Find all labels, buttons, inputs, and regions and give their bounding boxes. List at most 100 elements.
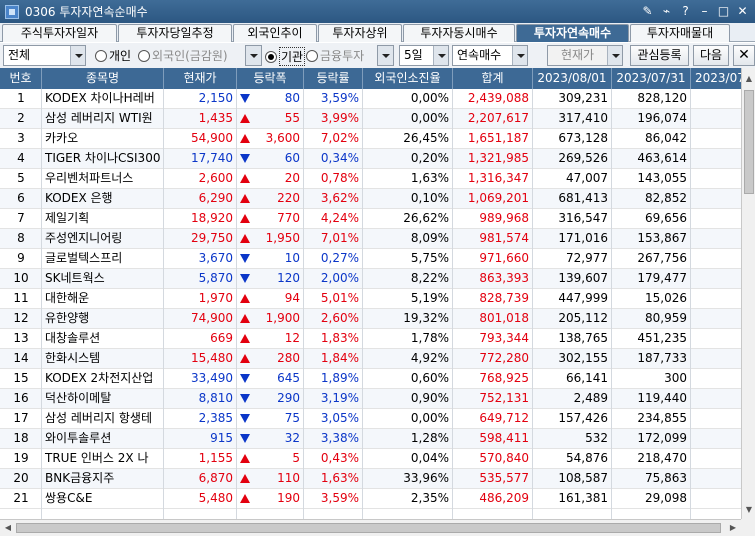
table-row[interactable]: 11 대한해운 1,970 94 5,01% 5,19% 828,739 447,999 15,… [0,289,741,309]
tab-investor-daily[interactable]: 주식투자자일자 [2,24,117,42]
cell-no-text: 3 [17,131,25,145]
cell-sum: 768,925 [453,369,533,389]
col-header-foreign[interactable]: 외국인소진율 [363,68,453,89]
table-row[interactable]: 10 SK네트웍스 5,870 120 2,00% 8,22% 863,393 139,607… [0,269,741,289]
table-row[interactable]: 21 쌍용C&E 5,480 190 3,59% 2,35% 486,209 161,381 2… [0,489,741,509]
radio-foreign[interactable]: 외국인(금감원) [138,47,228,64]
cell-date1: 47,007 [533,169,612,189]
table-row[interactable]: 9 글로벌텍스프리 3,670 10 0,27% 5,75% 971,660 72,977 26… [0,249,741,269]
col-header-rate[interactable]: 등락률 [304,68,363,89]
cell-name-text: 유한양행 [45,311,90,325]
horizontal-scroll-thumb[interactable] [16,523,721,533]
col-header-price[interactable]: 현재가 [164,68,237,89]
table-row[interactable]: 7 제일기획 18,920 770 4,24% 26,62% 989,968 316,547 6… [0,209,741,229]
col-header-date1[interactable]: 2023/08/01 [533,68,612,89]
foreign-options-dropdown[interactable] [245,45,262,66]
cell-date3: 50 [691,89,742,109]
tab-investor-volume-profile[interactable]: 투자자매물대 [630,24,730,42]
cell-name-text: 와이투솔루션 [45,431,112,445]
horizontal-scrollbar[interactable]: ◀ ▶ [0,519,741,536]
cell-sum: 772,280 [453,349,533,369]
vertical-scrollbar[interactable]: ▲ ▼ [741,68,755,519]
table-row[interactable]: 1 KODEX 차이나H레버 2,150 80 3,59% 0,00% 2,439,088 3… [0,89,741,109]
financial-options-dropdown[interactable] [377,45,394,66]
cell-change: 190 [237,489,304,509]
tab-investor-simultaneous[interactable]: 투자자동시매수 [403,24,515,42]
type-select[interactable]: 연속매수 [452,45,528,66]
cell-date2: 29,098 [612,489,691,509]
table-row[interactable]: 3 카카오 54,900 3,600 7,02% 26,45% 1,651,187 673,1… [0,129,741,149]
col-header-date2[interactable]: 2023/07/31 [612,68,691,89]
scroll-right-icon[interactable]: ▶ [726,520,740,536]
cell-sum: 570,840 [453,449,533,469]
cell-price-text: 17,740 [191,151,233,165]
cell-no: 20 [0,469,42,489]
close-button[interactable]: ✕ [733,45,755,66]
scroll-up-icon[interactable]: ▲ [742,72,755,86]
cell-price: 29,750 [164,229,237,249]
table-row[interactable]: 17 삼성 레버리지 항생테 2,385 75 3,05% 0,00% 649,712 157… [0,409,741,429]
help-icon[interactable]: ? [677,3,694,20]
vertical-scroll-thumb[interactable] [744,90,754,194]
cell-sum-text: 989,968 [479,211,529,225]
cell-no: 6 [0,189,42,209]
tab-investor-consecutive[interactable]: 투자자연속매수 [516,24,629,42]
cell-no-text: 8 [17,231,25,245]
link-icon[interactable]: ⌁ [658,3,675,20]
cell-date3 [691,229,741,249]
radio-financial[interactable]: 금융투자 [306,47,364,64]
table-row[interactable]: 12 유한양행 74,900 1,900 2,60% 19,32% 801,018 205,1… [0,309,741,329]
radio-individual[interactable]: 개인 [95,47,131,64]
col-header-sum[interactable]: 합계 [453,68,533,89]
close-window-icon[interactable]: ✕ [734,3,751,20]
table-row[interactable]: 4 TIGER 차이나CSI300 17,740 60 0,34% 0,20% 1,321,… [0,149,741,169]
cell-sum-text: 535,577 [479,471,529,485]
table-row[interactable]: 2 삼성 레버리지 WTI원 1,435 55 3,99% 0,00% 2,207,617 3… [0,109,741,129]
favorites-button[interactable]: 관심등록 [630,45,689,66]
tab-investor-top[interactable]: 투자자상위 [318,24,402,42]
cell-date3: 11 [691,269,742,289]
minimize-icon[interactable]: – [696,3,713,20]
cell-change-text: 1,950 [265,231,300,245]
table-row[interactable]: 18 와이투솔루션 915 32 3,38% 1,28% 598,411 532 172,099… [0,429,741,449]
col-header-date3[interactable]: 2023/07 [691,68,741,89]
table-row[interactable]: 5 우리벤처파트너스 2,600 20 0,78% 1,63% 1,316,347 47,00… [0,169,741,189]
cell-no-text: 6 [17,191,25,205]
tab-foreign-trend[interactable]: 외국인추이 [233,24,317,42]
table-row[interactable]: 8 주성엔지니어링 29,750 1,950 7,01% 8,09% 981,574 171,… [0,229,741,249]
table-row[interactable]: 15 KODEX 2차전지산업 33,490 645 1,89% 0,60% 768,925… [0,369,741,389]
scroll-left-icon[interactable]: ◀ [1,520,15,536]
tab-investor-estimate[interactable]: 투자자당일추정 [118,24,232,42]
cell-sum: 486,209 [453,489,533,509]
table-row[interactable]: 20 BNK금융지주 6,870 110 1,63% 33,96% 535,577 108,5… [0,469,741,489]
col-header-name[interactable]: 종목명 [42,68,164,89]
maximize-icon[interactable]: □ [715,3,732,20]
next-button[interactable]: 다음 [693,45,729,66]
cell-sum: 2,207,617 [453,109,533,129]
cell-date3: 16 [691,309,742,329]
cell-rate-text: 0,78% [320,171,359,185]
cell-date1-text: 205,112 [558,311,608,325]
radio-institution[interactable]: 기관 [265,47,306,66]
cell-date1-text: 309,231 [558,91,608,105]
cell-name: 쌍용C&E [42,489,164,509]
cell-change: 80 [237,89,304,109]
col-header-no[interactable]: 번호 [0,68,42,89]
col-header-change[interactable]: 등락폭 [237,68,304,89]
pin-icon[interactable]: ✎ [639,3,656,20]
cell-rate: 1,83% [304,329,363,349]
price-select[interactable]: 현재가 [547,45,623,66]
table-row[interactable]: 6 KODEX 은행 6,290 220 3,62% 0,10% 1,069,201 681,… [0,189,741,209]
cell-rate-text: 7,02% [320,131,359,145]
table-row[interactable]: 19 TRUE 인버스 2X 나 1,155 5 0,43% 0,04% 570,840 54… [0,449,741,469]
market-select[interactable]: 전체 [3,45,86,66]
down-arrow-icon [240,374,250,383]
scroll-down-icon[interactable]: ▼ [742,503,755,517]
days-select[interactable]: 5일 [399,45,449,66]
column-divider [236,89,237,519]
table-row[interactable]: 14 한화시스템 15,480 280 1,84% 4,92% 772,280 302,155… [0,349,741,369]
table-row[interactable]: 16 덕산하이메탈 8,810 290 3,19% 0,90% 752,131 2,489 11… [0,389,741,409]
table-row[interactable]: 13 대창솔루션 669 12 1,83% 1,78% 793,344 138,765 451,… [0,329,741,349]
cell-price: 5,870 [164,269,237,289]
cell-price-text: 6,290 [198,191,233,205]
